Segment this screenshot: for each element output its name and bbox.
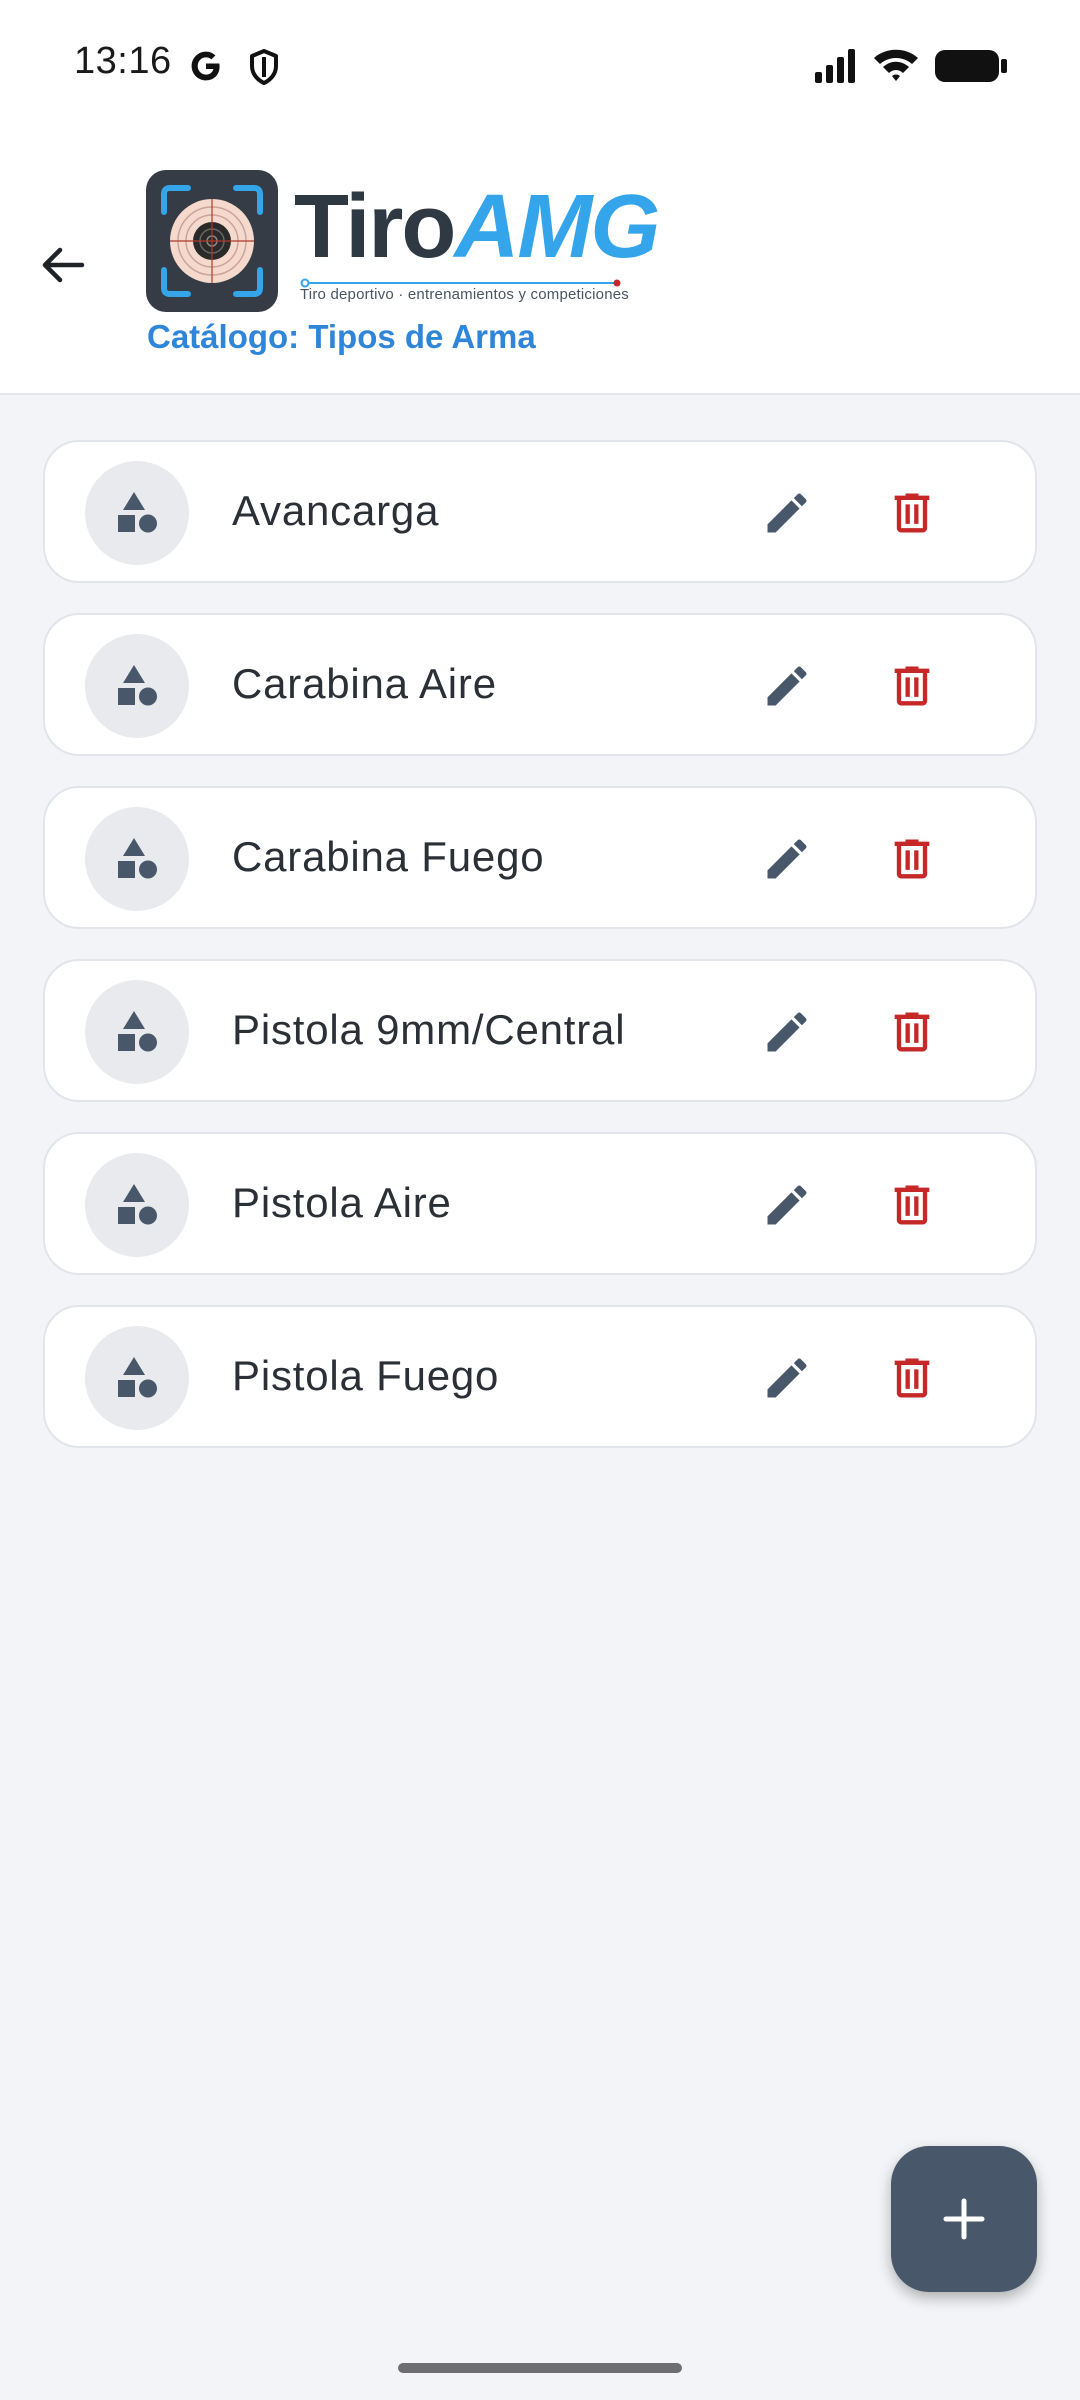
wifi-icon [874, 49, 918, 81]
item-label: Carabina Aire [232, 660, 497, 707]
list-item[interactable]: Carabina Fuego [43, 786, 1037, 929]
pencil-icon [767, 839, 807, 879]
logo-word-dark: Tiro [294, 177, 456, 277]
item-avatar [85, 980, 189, 1084]
item-avatar [85, 461, 189, 565]
edit-button[interactable] [742, 987, 832, 1077]
logo-word-blue: AMG [454, 177, 660, 277]
arrow-left-icon [42, 247, 85, 283]
pencil-icon [767, 493, 807, 533]
delete-button[interactable] [867, 1333, 957, 1423]
item-avatar [85, 1326, 189, 1430]
item-label: Pistola Fuego [232, 1352, 500, 1399]
pencil-icon [767, 666, 807, 706]
weapon-type-list: Avancarga Carabina Aire Carabina Fuego P… [43, 440, 1037, 1478]
edit-button[interactable] [742, 1160, 832, 1250]
home-indicator[interactable] [398, 2363, 682, 2373]
target-logo-icon [146, 170, 278, 312]
trash-icon [894, 493, 930, 533]
list-item[interactable]: Pistola 9mm/Central [43, 959, 1037, 1102]
logo-tagline: Tiro deportivo · entrenamientos y compet… [300, 286, 629, 303]
google-icon [191, 51, 220, 81]
battery-icon [935, 50, 1007, 82]
delete-button[interactable] [867, 468, 957, 558]
trash-icon [894, 839, 930, 879]
trash-icon [894, 1358, 930, 1398]
trash-icon [894, 1012, 930, 1052]
pencil-icon [767, 1012, 807, 1052]
edit-button[interactable] [742, 468, 832, 558]
add-weapon-type-button[interactable] [891, 2146, 1037, 2292]
logo-wordmark: TiroAMG [294, 182, 660, 272]
delete-button[interactable] [867, 987, 957, 1077]
pencil-icon [767, 1185, 807, 1225]
category-shapes-icon [118, 665, 157, 706]
category-shapes-icon [118, 1011, 157, 1052]
category-shapes-icon [118, 492, 157, 533]
signal-icon [815, 49, 855, 83]
page-title: Catálogo: Tipos de Arma [147, 318, 536, 355]
item-label: Avancarga [232, 487, 440, 534]
delete-button[interactable] [867, 814, 957, 904]
edit-button[interactable] [742, 814, 832, 904]
item-label: Pistola Aire [232, 1179, 452, 1226]
category-shapes-icon [118, 838, 157, 879]
item-avatar [85, 1153, 189, 1257]
delete-button[interactable] [867, 641, 957, 731]
delete-button[interactable] [867, 1160, 957, 1250]
item-avatar [85, 807, 189, 911]
list-item[interactable]: Carabina Aire [43, 613, 1037, 756]
edit-button[interactable] [742, 641, 832, 731]
plus-icon [943, 2198, 985, 2240]
status-time: 13:16 [74, 40, 172, 82]
list-item[interactable]: Pistola Aire [43, 1132, 1037, 1275]
app-header: TiroAMG Tiro deportivo · entrenamientos … [0, 130, 1080, 395]
trash-icon [894, 666, 930, 706]
status-bar: 13:16 [0, 0, 1080, 130]
item-label: Pistola 9mm/Central [232, 1006, 626, 1053]
category-shapes-icon [118, 1184, 157, 1225]
back-button[interactable] [26, 228, 100, 302]
pencil-icon [767, 1358, 807, 1398]
edit-button[interactable] [742, 1333, 832, 1423]
category-shapes-icon [118, 1357, 157, 1398]
item-label: Carabina Fuego [232, 833, 545, 880]
item-avatar [85, 634, 189, 738]
list-item[interactable]: Avancarga [43, 440, 1037, 583]
trash-icon [894, 1185, 930, 1225]
list-item[interactable]: Pistola Fuego [43, 1305, 1037, 1448]
shield-icon [250, 49, 278, 85]
